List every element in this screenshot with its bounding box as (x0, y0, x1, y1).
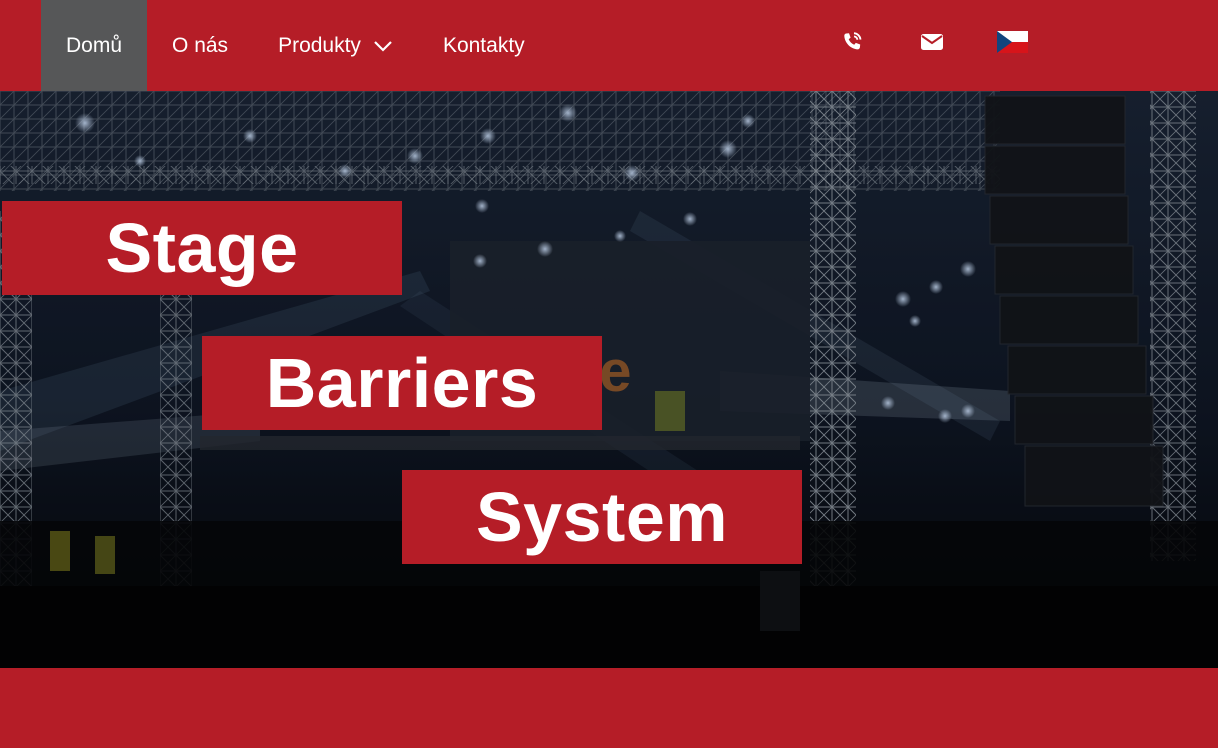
hero-title-text: Barriers (265, 344, 539, 422)
hero-banner: stage (0, 91, 1218, 668)
phone-icon[interactable] (838, 28, 866, 56)
hero-title-line-1: Stage (2, 201, 402, 295)
hero-title-line-3: System (402, 470, 802, 564)
top-navigation-bar: Domů O nás Produkty Kontakty (0, 0, 1218, 91)
nav-item-label: Kontakty (442, 33, 525, 57)
nav-item-label: Produkty (278, 33, 361, 57)
nav-item-domu[interactable]: Domů (41, 0, 148, 91)
mail-icon[interactable] (918, 28, 946, 56)
nav-item-o-nas[interactable]: O nás (147, 0, 253, 91)
hero-title-text: Stage (105, 209, 299, 287)
nav-item-label: O nás (172, 33, 229, 57)
chevron-down-icon (373, 40, 393, 52)
hero-title-line-2: Barriers (202, 336, 602, 430)
nav-item-kontakty[interactable]: Kontakty (418, 0, 550, 91)
hero-title-text: System (475, 478, 729, 556)
czech-flag-icon[interactable] (996, 28, 1028, 56)
main-nav: Domů O nás Produkty Kontakty (41, 0, 550, 91)
nav-item-label: Domů (66, 33, 123, 57)
stage-background-image: stage (0, 91, 1218, 668)
nav-item-produkty[interactable]: Produkty (253, 0, 418, 91)
footer-band (0, 668, 1218, 748)
